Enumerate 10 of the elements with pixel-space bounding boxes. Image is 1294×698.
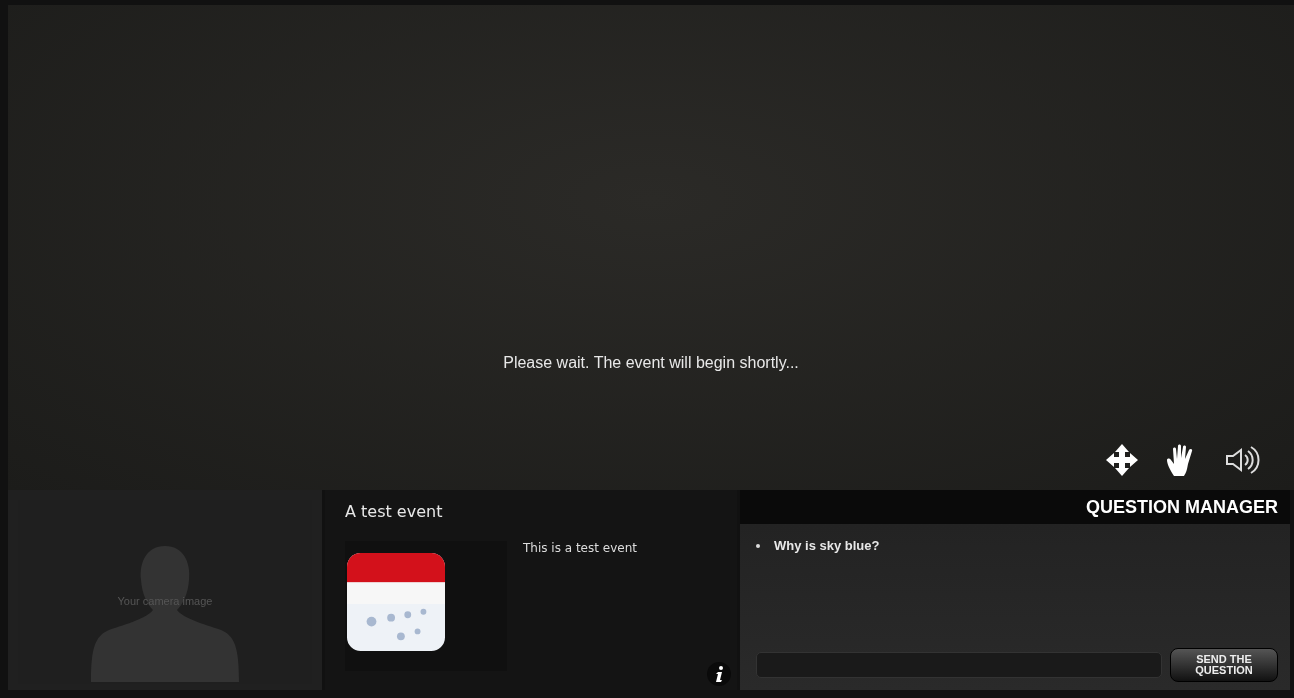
event-title: A test event xyxy=(345,502,444,521)
info-icon[interactable] xyxy=(707,662,731,686)
event-description: This is a test event xyxy=(523,541,637,557)
question-item: Why is sky blue? xyxy=(774,538,880,553)
question-manager-title: QUESTION MANAGER xyxy=(1086,496,1278,518)
bullet-icon xyxy=(756,543,760,548)
send-question-button[interactable]: SEND THE QUESTION xyxy=(1170,648,1278,682)
move-icon[interactable] xyxy=(1104,442,1140,478)
wait-message: Please wait. The event will begin shortly... xyxy=(503,353,799,372)
question-input-field[interactable] xyxy=(756,652,1162,678)
